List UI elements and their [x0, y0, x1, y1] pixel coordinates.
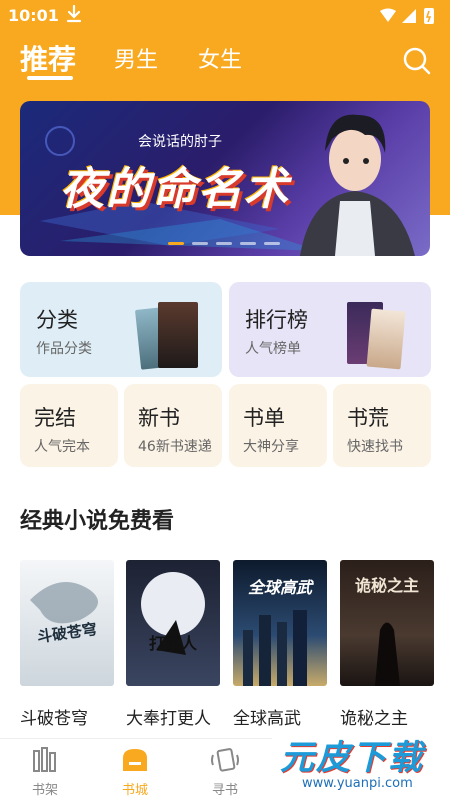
bookshelf-icon: [33, 747, 56, 772]
book-list-card[interactable]: 书单 大神分享: [229, 384, 327, 467]
book-list-title: 书单: [243, 406, 285, 430]
novel-cover-title: 全球高武: [247, 578, 312, 597]
find-books-subtitle: 快速找书: [347, 439, 403, 455]
completed-title: 完结: [34, 406, 76, 430]
watermark-text: 元皮下载: [280, 738, 424, 778]
find-books-card[interactable]: 书荒 快速找书: [333, 384, 431, 467]
novel-cover: 全球高武: [233, 560, 327, 686]
book-list-subtitle: 大神分享: [243, 439, 299, 455]
novel-item[interactable]: 全球高武 全球高武: [233, 560, 327, 729]
status-bar: 10:01: [0, 0, 450, 32]
new-books-title: 新书: [138, 406, 180, 430]
novel-item[interactable]: 诡秘之主 诡秘之主: [340, 560, 434, 729]
banner-dot[interactable]: [168, 242, 184, 245]
new-books-subtitle: 46新书速递: [138, 439, 212, 455]
status-time: 10:01: [8, 6, 59, 25]
novel-item[interactable]: 斗破苍穹 斗破苍穹: [20, 560, 114, 729]
site-watermark: 元皮下载 www.yuanpi.com: [272, 728, 450, 800]
nav-find-book[interactable]: 寻书: [195, 739, 255, 801]
find-book-icon: [211, 748, 239, 772]
banner-title: 夜的命名术: [60, 164, 290, 215]
banner-pagination: [168, 242, 318, 246]
novel-cover-title: 诡秘之主: [354, 576, 419, 595]
nav-label: 书城: [121, 783, 148, 798]
banner-author: 会说话的肘子: [138, 134, 222, 150]
moon-illustration: [141, 572, 205, 655]
novel-cover: 打更人: [126, 560, 220, 686]
category-title: 分类: [36, 308, 78, 332]
tab-female[interactable]: 女生: [198, 42, 242, 74]
bookstore-icon: [123, 749, 147, 771]
novel-item[interactable]: 打更人 大奉打更人: [126, 560, 220, 729]
nav-label: 寻书: [211, 783, 238, 798]
banner-character-illustration: [300, 114, 415, 256]
nav-label: 书架: [31, 783, 58, 798]
completed-card[interactable]: 完结 人气完本: [20, 384, 118, 467]
signal-icon: [402, 9, 416, 23]
nav-bookstore[interactable]: 书城: [105, 739, 165, 801]
active-tab-indicator: [27, 76, 73, 80]
novel-cover-title: 打更人: [148, 634, 197, 653]
watermark-url: www.yuanpi.com: [302, 776, 413, 791]
banner-dot[interactable]: [192, 242, 208, 245]
wifi-icon: [380, 8, 396, 22]
system-status-icons: [380, 8, 434, 24]
category-card[interactable]: 分类 作品分类: [20, 282, 222, 377]
book-cover-thumb: [158, 302, 198, 368]
section-title: 经典小说免费看: [20, 509, 175, 534]
ranking-subtitle: 人气榜单: [245, 341, 301, 357]
find-books-title: 书荒: [347, 406, 389, 430]
download-icon: [66, 4, 82, 23]
banner-dot[interactable]: [216, 242, 232, 245]
ranking-card[interactable]: 排行榜 人气榜单: [229, 282, 431, 377]
novel-cover: 诡秘之主: [340, 560, 434, 686]
tab-male[interactable]: 男生: [114, 42, 158, 74]
tab-recommend[interactable]: 推荐: [20, 38, 76, 78]
novel-name: 大奉打更人: [126, 709, 211, 729]
battery-icon: [424, 8, 434, 24]
search-icon[interactable]: [402, 46, 432, 76]
novel-name: 斗破苍穹: [20, 709, 88, 729]
top-tabs: 推荐 男生 女生: [0, 36, 450, 82]
banner-dot[interactable]: [264, 242, 280, 245]
novel-name: 全球高武: [233, 709, 301, 729]
book-cover-thumb: [366, 308, 406, 370]
new-books-card[interactable]: 新书 46新书速递: [124, 384, 222, 467]
category-subtitle: 作品分类: [36, 341, 92, 357]
featured-banner[interactable]: 会说话的肘子 夜的命名术: [20, 101, 430, 256]
banner-dot[interactable]: [240, 242, 256, 245]
nav-bookshelf[interactable]: 书架: [15, 739, 75, 801]
ranking-title: 排行榜: [245, 308, 308, 332]
novel-name: 诡秘之主: [340, 709, 408, 729]
completed-subtitle: 人气完本: [34, 439, 90, 455]
novel-cover: 斗破苍穹: [20, 560, 114, 686]
